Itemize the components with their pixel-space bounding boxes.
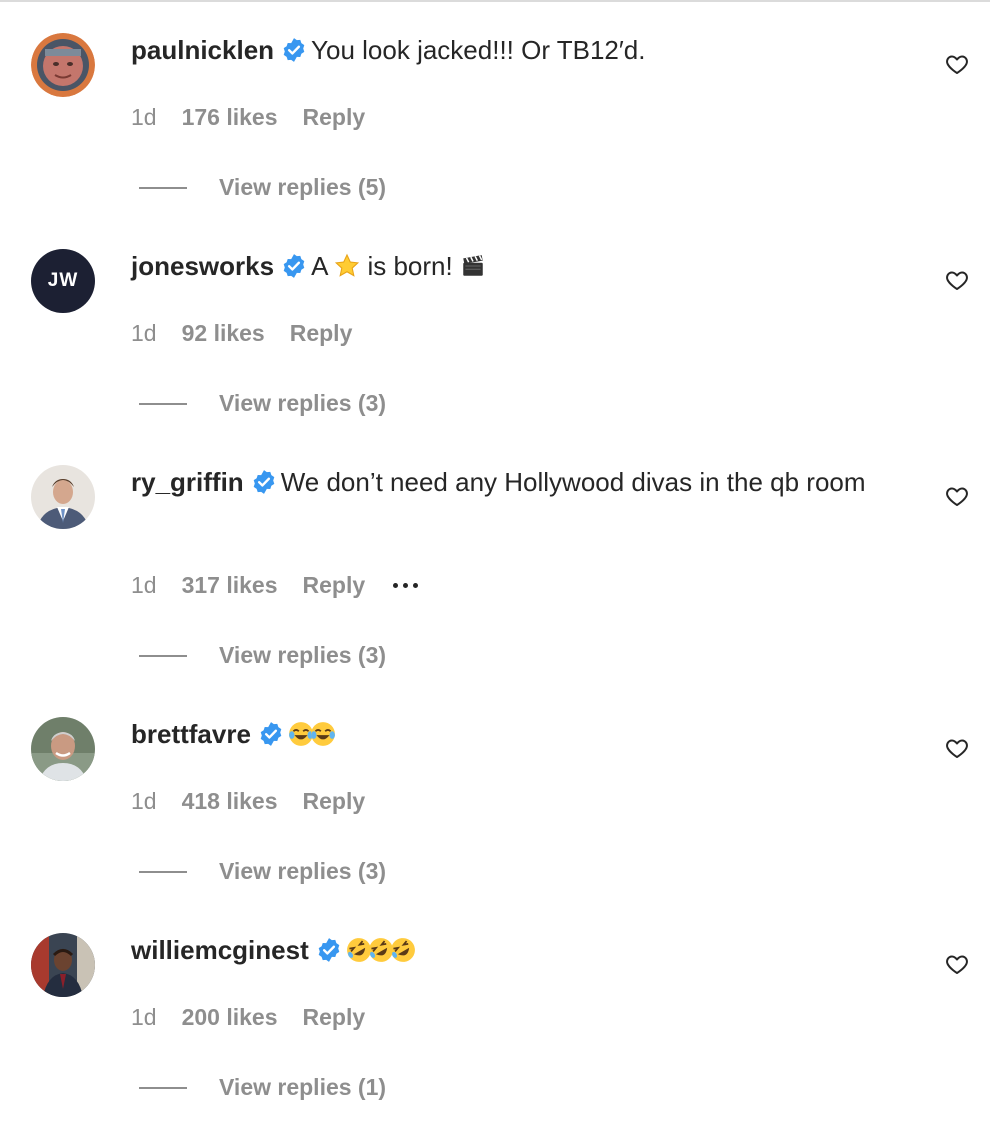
reply-button[interactable]: Reply — [303, 1004, 366, 1031]
view-replies-label: View replies (3) — [219, 390, 387, 416]
avatar[interactable] — [31, 717, 95, 781]
username-link[interactable]: williemcginest — [131, 935, 309, 965]
view-replies-button[interactable]: View replies (1) — [139, 1074, 386, 1101]
comment-text: We don’t need any Hollywood divas in the… — [280, 467, 866, 497]
username-link[interactable]: paulnicklen — [131, 35, 274, 65]
clapper-board-emoji-icon — [460, 253, 486, 279]
comment-time[interactable]: 1d — [131, 572, 157, 599]
replies-line-divider — [139, 870, 187, 873]
avatar[interactable] — [31, 465, 95, 529]
view-replies-button[interactable]: View replies (3) — [139, 858, 386, 885]
comment-item: williemcginest 1d 200 likes Reply View r… — [0, 900, 990, 1116]
comment-body: jonesworks A is born! — [131, 248, 891, 284]
replies-line-divider — [139, 186, 187, 189]
comment-meta: 1d 92 likes Reply — [131, 320, 352, 347]
view-replies-button[interactable]: View replies (5) — [139, 174, 386, 201]
comment-time[interactable]: 1d — [131, 320, 157, 347]
comment-body: ry_griffin We don’t need any Hollywood di… — [131, 464, 891, 500]
username-link[interactable]: ry_griffin — [131, 467, 244, 497]
replies-line-divider — [139, 654, 187, 657]
view-replies-label: View replies (1) — [219, 1074, 387, 1100]
comment-time[interactable]: 1d — [131, 104, 157, 131]
reply-button[interactable]: Reply — [290, 320, 353, 347]
verified-badge-icon — [281, 37, 307, 63]
verified-badge-icon — [258, 721, 284, 747]
comment-meta: 1d 317 likes Reply — [131, 572, 419, 599]
comment-time[interactable]: 1d — [131, 788, 157, 815]
view-replies-label: View replies (3) — [219, 858, 387, 884]
replies-line-divider — [139, 1086, 187, 1089]
verified-badge-icon — [251, 469, 277, 495]
comment-item: ry_griffin We don’t need any Hollywood di… — [0, 432, 990, 684]
reply-button[interactable]: Reply — [303, 788, 366, 815]
reply-button[interactable]: Reply — [303, 104, 366, 131]
comment-body: paulnicklen You look jacked!!! Or TB12′d. — [131, 32, 891, 68]
verified-badge-icon — [281, 253, 307, 279]
comment-time[interactable]: 1d — [131, 1004, 157, 1031]
like-heart-icon[interactable] — [945, 736, 969, 760]
view-replies-button[interactable]: View replies (3) — [139, 642, 386, 669]
comment-text: You look jacked!!! Or TB12′d. — [311, 35, 646, 65]
avatar[interactable] — [31, 933, 95, 997]
likes-count[interactable]: 92 likes — [182, 320, 265, 347]
comment-text-start: A — [311, 251, 327, 281]
avatar[interactable] — [31, 33, 95, 97]
comment-item: brettfavre 1d 418 likes Reply View repli… — [0, 684, 990, 900]
avatar-initials: JW — [47, 270, 79, 291]
comment-text-end: is born! — [367, 251, 453, 281]
username-link[interactable]: brettfavre — [131, 719, 251, 749]
view-replies-label: View replies (5) — [219, 174, 387, 200]
likes-count[interactable]: 200 likes — [182, 1004, 278, 1031]
likes-count[interactable]: 418 likes — [182, 788, 278, 815]
likes-count[interactable]: 176 likes — [182, 104, 278, 131]
rolling-laughing-emoji-icon — [390, 937, 416, 963]
view-replies-button[interactable]: View replies (3) — [139, 390, 386, 417]
replies-line-divider — [139, 402, 187, 405]
comment-meta: 1d 200 likes Reply — [131, 1004, 365, 1031]
star-emoji-icon — [334, 253, 360, 279]
view-replies-label: View replies (3) — [219, 642, 387, 668]
avatar[interactable]: JW — [31, 249, 95, 313]
more-options-icon[interactable] — [393, 583, 419, 588]
reply-button[interactable]: Reply — [303, 572, 366, 599]
like-heart-icon[interactable] — [945, 484, 969, 508]
comment-item: JW jonesworks A is born! 1d 92 likes Repl… — [0, 216, 990, 432]
comment-item: paulnicklen You look jacked!!! Or TB12′d.… — [0, 0, 990, 216]
like-heart-icon[interactable] — [945, 268, 969, 292]
like-heart-icon[interactable] — [945, 952, 969, 976]
comment-body: williemcginest — [131, 932, 891, 968]
comment-body: brettfavre — [131, 716, 891, 752]
like-heart-icon[interactable] — [945, 52, 969, 76]
likes-count[interactable]: 317 likes — [182, 572, 278, 599]
username-link[interactable]: jonesworks — [131, 251, 274, 281]
comment-meta: 1d 176 likes Reply — [131, 104, 365, 131]
comment-meta: 1d 418 likes Reply — [131, 788, 365, 815]
verified-badge-icon — [316, 937, 342, 963]
tears-of-joy-emoji-icon — [310, 721, 336, 747]
